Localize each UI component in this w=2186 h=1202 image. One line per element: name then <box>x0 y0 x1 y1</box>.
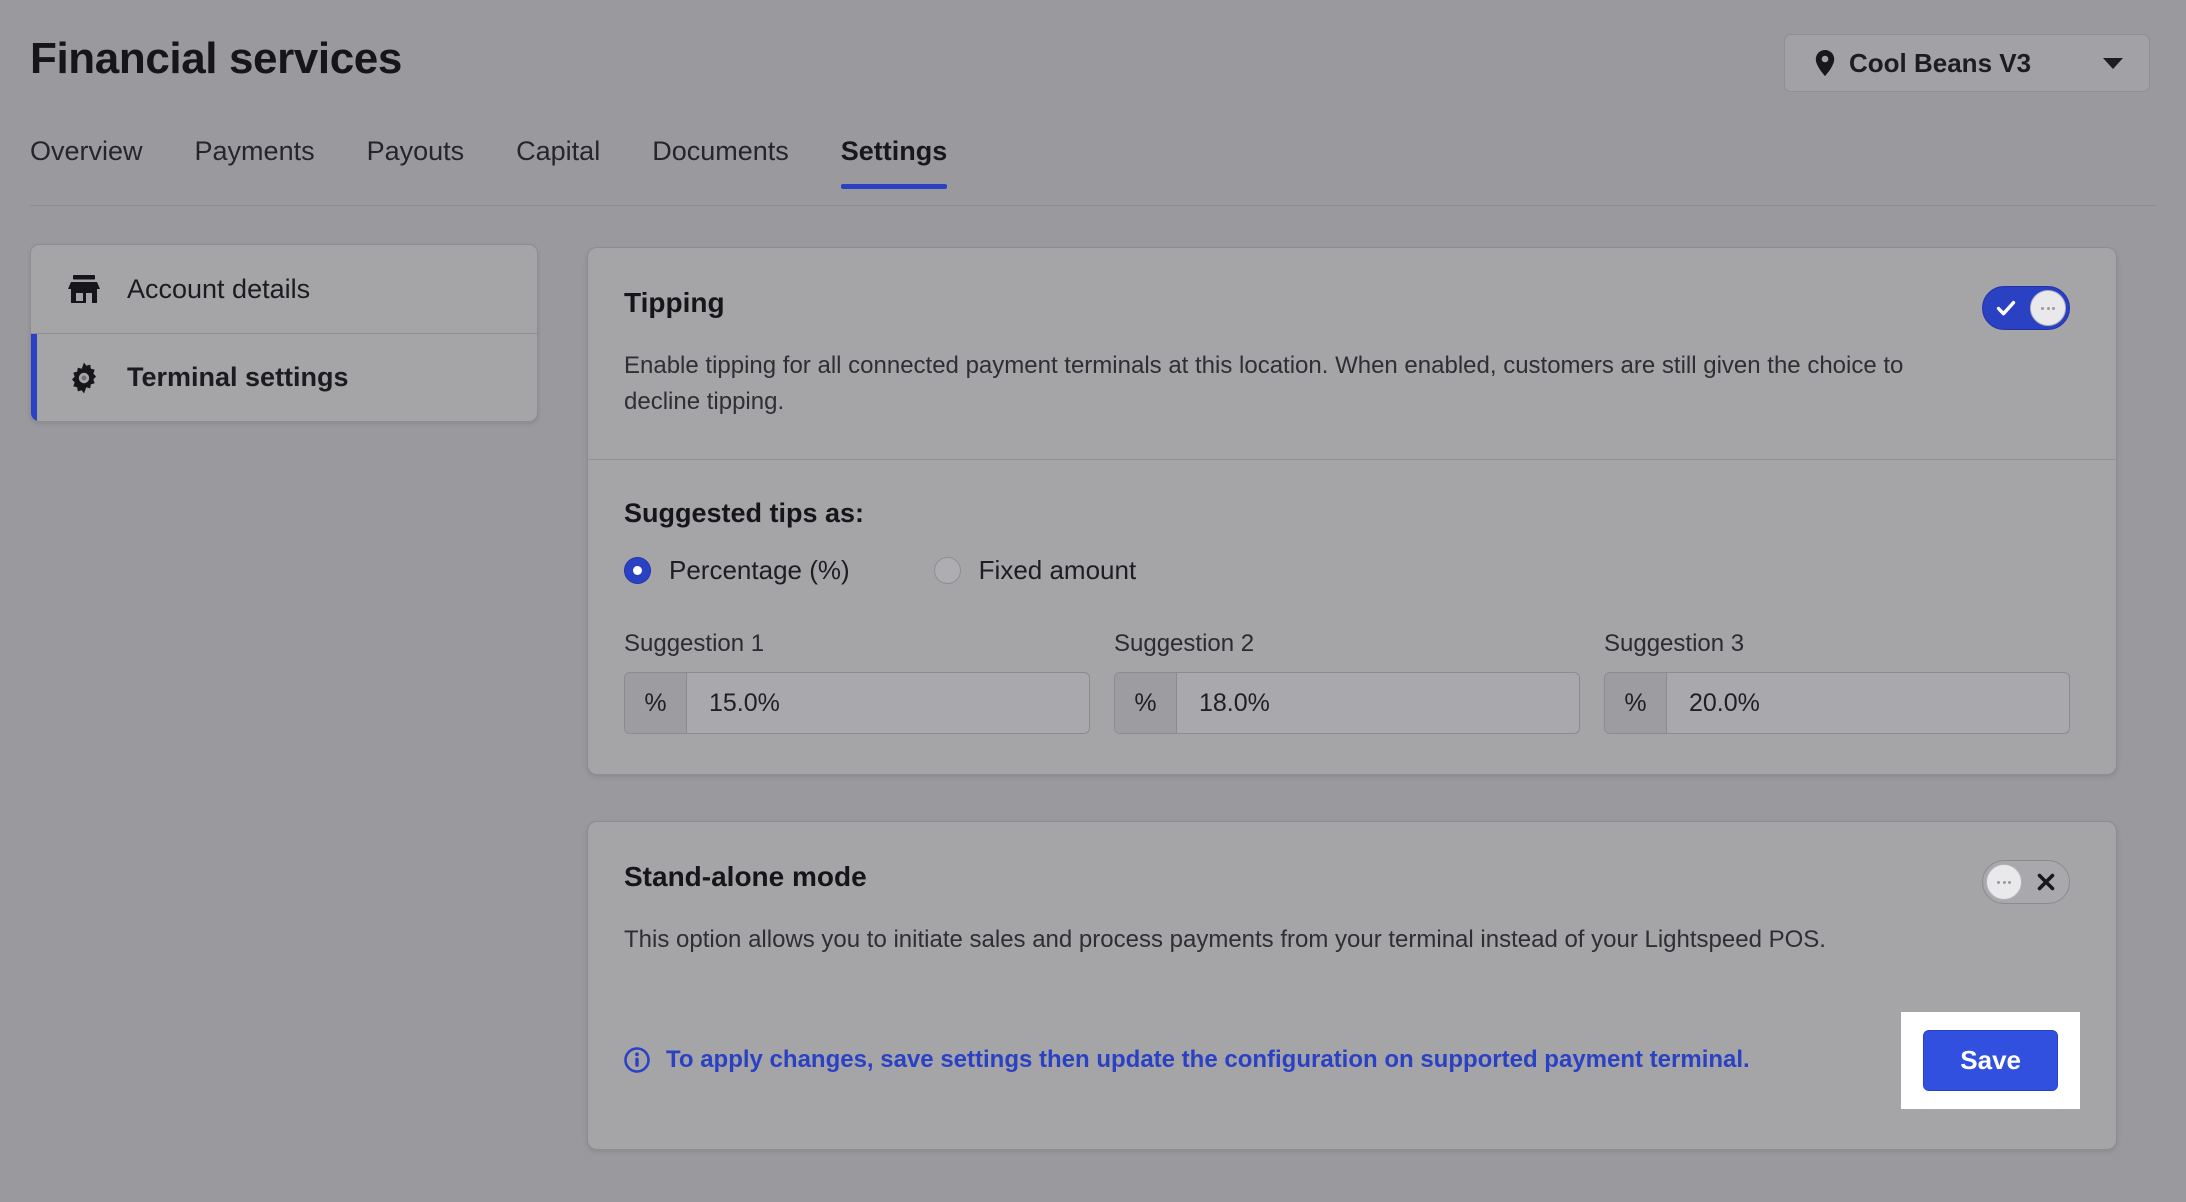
location-selector[interactable]: Cool Beans V3 <box>1784 34 2150 92</box>
notice-text: To apply changes, save settings then upd… <box>666 1046 1750 1074</box>
suggestion-input[interactable]: 20.0% <box>1667 673 2069 733</box>
standalone-mode-description: This option allows you to initiate sales… <box>624 926 1826 954</box>
suggestion-field-2: Suggestion 2 % 18.0% <box>1114 630 1580 735</box>
tipping-title: Tipping <box>624 287 725 318</box>
tab-label: Documents <box>652 136 789 166</box>
tab-label: Capital <box>516 136 601 166</box>
suggestion-input[interactable]: 15.0% <box>687 673 1089 733</box>
suggestion-field-1: Suggestion 1 % 15.0% <box>624 630 1090 735</box>
chevron-down-icon <box>2103 57 2123 69</box>
suggestion-field-3: Suggestion 3 % 20.0% <box>1604 630 2070 735</box>
tipping-toggle[interactable] <box>1982 286 2070 330</box>
radio-label: Fixed amount <box>978 555 1137 586</box>
toggle-knob <box>2030 290 2066 326</box>
tab-settings[interactable]: Settings <box>815 136 974 189</box>
save-button-highlight: Save <box>1901 1011 2080 1109</box>
gear-icon <box>72 362 97 393</box>
sidebar-item-label: Terminal settings <box>127 362 349 392</box>
tab-payouts[interactable]: Payouts <box>341 136 491 189</box>
tab-label: Overview <box>30 136 143 166</box>
sidebar-item-account-details[interactable]: Account details <box>31 245 537 333</box>
store-icon <box>68 275 100 303</box>
tab-documents[interactable]: Documents <box>626 136 815 189</box>
financial-services-page: Financial services Cool Beans V3 Overvie… <box>0 0 2186 1202</box>
info-circle-icon <box>624 1047 650 1073</box>
standalone-mode-title: Stand-alone mode <box>624 861 867 893</box>
x-icon <box>2025 861 2067 903</box>
primary-tabs: Overview Payments Payouts Capital Docume… <box>30 136 973 189</box>
standalone-mode-card: Stand-alone mode This option allows you … <box>587 821 2117 1150</box>
suggestion-input-group[interactable]: % 18.0% <box>1114 672 1580 735</box>
location-pin-icon <box>1815 50 1835 76</box>
tab-payments[interactable]: Payments <box>169 136 341 189</box>
suggested-tips-title: Suggested tips as: <box>624 498 865 529</box>
tab-capital[interactable]: Capital <box>490 136 626 189</box>
suggested-tips-options: Percentage (%) Fixed amount <box>624 555 2070 586</box>
location-selector-label: Cool Beans V3 <box>1849 47 2032 78</box>
tab-label: Payouts <box>366 136 465 166</box>
toggle-knob <box>1986 864 2022 901</box>
radio-option-fixed-amount[interactable]: Fixed amount <box>933 555 1137 586</box>
radio-label: Percentage (%) <box>669 555 850 586</box>
percent-addon-icon: % <box>625 673 687 734</box>
notice-and-save-row: To apply changes, save settings then upd… <box>624 1011 2080 1109</box>
sidebar-item-label: Account details <box>127 273 311 304</box>
standalone-mode-toggle[interactable] <box>1982 860 2070 905</box>
sidebar-item-terminal-settings[interactable]: Terminal settings <box>31 333 537 421</box>
standalone-mode-section: Stand-alone mode This option allows you … <box>588 822 2116 1149</box>
apply-changes-notice: To apply changes, save settings then upd… <box>624 1046 1750 1074</box>
percent-addon-icon: % <box>1115 673 1177 734</box>
suggestion-label: Suggestion 3 <box>1604 630 1745 658</box>
tab-label: Settings <box>840 136 948 166</box>
suggestion-input[interactable]: 18.0% <box>1177 673 1579 733</box>
tipping-description: Enable tipping for all connected payment… <box>624 352 1904 415</box>
percent-addon-icon: % <box>1605 673 1667 734</box>
suggestion-input-group[interactable]: % 20.0% <box>1604 672 2070 735</box>
settings-main: Tipping Enable tipping for all connected… <box>587 247 2117 1150</box>
check-icon <box>1985 287 2027 329</box>
suggestion-label: Suggestion 2 <box>1114 630 1255 658</box>
radio-option-percentage[interactable]: Percentage (%) <box>624 555 850 586</box>
radio-indicator <box>933 557 961 585</box>
page-header: Financial services Cool Beans V3 Overvie… <box>0 0 2186 206</box>
tab-overview[interactable]: Overview <box>30 136 169 189</box>
suggested-tips-section: Suggested tips as: Percentage (%) Fixed … <box>588 459 2116 774</box>
tipping-card: Tipping Enable tipping for all connected… <box>587 247 2117 776</box>
page-title: Financial services <box>30 34 402 83</box>
settings-sidebar: Account details Terminal settings <box>30 244 538 422</box>
tab-label: Payments <box>194 136 315 166</box>
suggestion-input-group[interactable]: % 15.0% <box>624 672 1090 735</box>
radio-indicator <box>624 557 651 585</box>
tipping-section: Tipping Enable tipping for all connected… <box>588 248 2116 459</box>
suggestion-fields: Suggestion 1 % 15.0% Suggestion 2 % 18.0… <box>624 630 2070 735</box>
page-body: Account details Terminal settings Tippin… <box>0 206 2186 1202</box>
save-button[interactable]: Save <box>1923 1029 2058 1091</box>
suggestion-label: Suggestion 1 <box>624 630 765 658</box>
